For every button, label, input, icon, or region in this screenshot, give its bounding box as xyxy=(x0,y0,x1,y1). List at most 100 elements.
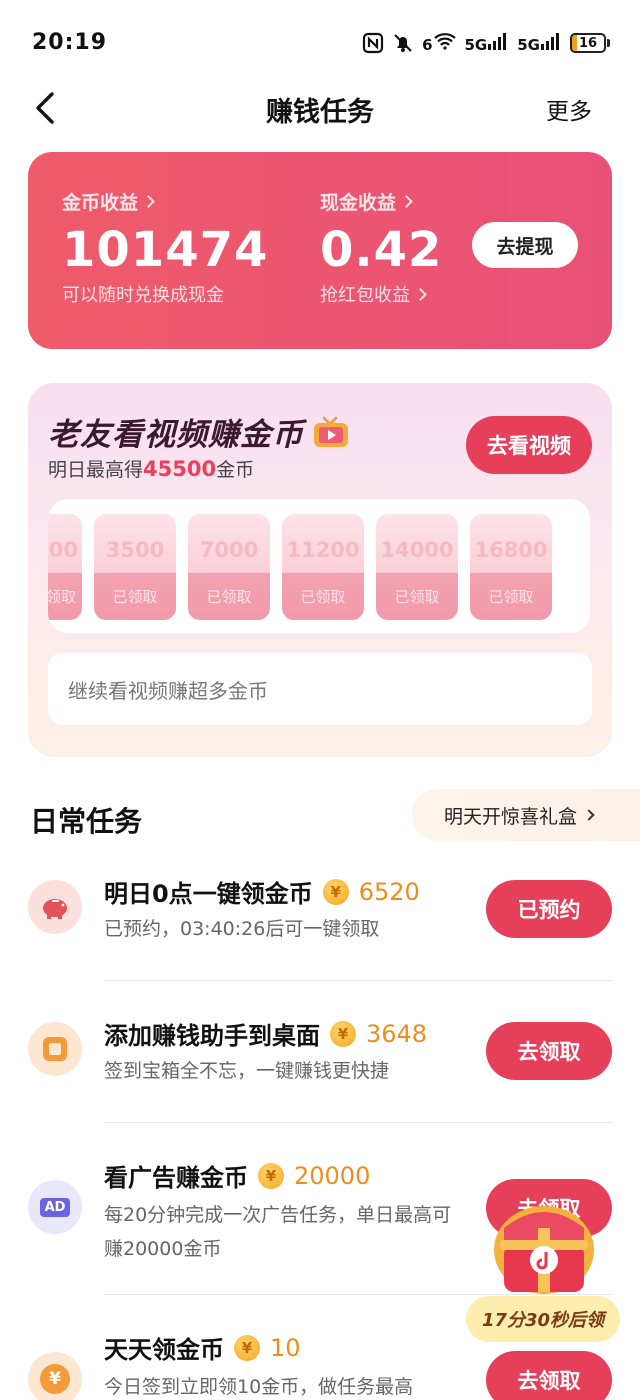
page-title: 赚钱任务 xyxy=(266,97,374,128)
task-name-text: 明日0点一键领金币 xyxy=(104,880,313,908)
task-name: 看广告赚金币 ¥20000 xyxy=(104,1158,370,1193)
coin-earnings-value: 101474 xyxy=(62,222,269,278)
video-sub-amount: 45500 xyxy=(143,457,217,481)
reward-strip[interactable]: 00 领取 3500 已领取 7000 已领取 11200 已领取 14000 已领取 1… xyxy=(48,499,590,633)
reward-status: 已领取 xyxy=(206,588,252,606)
reward-track: 00 领取 3500 已领取 7000 已领取 11200 已领取 14000 已领取 1… xyxy=(48,514,552,620)
cash-earnings[interactable]: 现金收益 0.42 抢红包收益 xyxy=(320,188,442,307)
task-action-button[interactable]: 去领取 xyxy=(486,1351,612,1400)
video-task-card: 老友看视频赚金币 明日最高得45500金币 去看视频 00 领取 3500 已领取 … xyxy=(28,383,612,757)
status-icons: 6 5G 5G 16 xyxy=(362,30,610,56)
divider xyxy=(104,1122,612,1123)
task-coins: 10 xyxy=(270,1333,301,1362)
reward-amount: 11200 xyxy=(286,538,360,562)
coin-earnings-label: 金币收益 xyxy=(62,192,139,214)
video-sub-prefix: 明日最高得 xyxy=(48,459,144,481)
task-name: 明日0点一键领金币 ¥6520 xyxy=(104,874,420,909)
signal-icon-1: 5G xyxy=(465,32,510,54)
nfc-icon xyxy=(362,32,384,54)
reward-chip: 7000 已领取 xyxy=(188,514,270,620)
task-name-text: 天天领金币 xyxy=(104,1336,224,1364)
task-item: 添加赚钱助手到桌面 ¥3648 签到宝箱全不忘，一键赚钱更快捷 去领取 xyxy=(0,1012,640,1122)
reward-status: 已领取 xyxy=(112,588,158,606)
treasure-chest-widget[interactable]: 17分30秒后领 xyxy=(466,1188,622,1346)
reward-amount: 7000 xyxy=(199,538,259,562)
task-name-text: 看广告赚金币 xyxy=(104,1164,248,1192)
reward-chip: 16800 已领取 xyxy=(470,514,552,620)
task-coins: 3648 xyxy=(366,1019,428,1048)
reward-chip: 11200 已领取 xyxy=(282,514,364,620)
coin-earnings[interactable]: 金币收益 101474 可以随时兑换成现金 xyxy=(62,188,268,307)
continue-watching-bar[interactable]: 继续看视频赚超多金币 xyxy=(48,653,592,725)
surprise-gift-link[interactable]: 明天开惊喜礼盒 xyxy=(412,789,640,841)
yuan-coin-glyph: ¥ xyxy=(40,1364,70,1394)
daily-tasks-title: 日常任务 xyxy=(30,805,143,838)
cash-earnings-label: 现金收益 xyxy=(320,192,397,214)
reward-chip: 00 领取 xyxy=(48,514,82,620)
withdraw-button[interactable]: 去提现 xyxy=(472,222,578,268)
surprise-gift-label: 明天开惊喜礼盒 xyxy=(444,805,578,828)
reward-amount: 16800 xyxy=(474,538,548,562)
battery-fill xyxy=(572,35,578,51)
task-coins: 6520 xyxy=(358,877,420,906)
wifi-icon: 6 xyxy=(422,32,456,54)
coin-icon: ¥ xyxy=(234,1334,260,1361)
signal-icon-2: 5G xyxy=(517,32,562,54)
ad-icon: AD xyxy=(28,1180,82,1234)
video-task-title: 老友看视频赚金币 xyxy=(48,409,350,454)
task-action-button[interactable]: 去领取 xyxy=(486,1022,612,1080)
cash-earnings-note: 抢红包收益 xyxy=(320,285,410,306)
coin-earnings-note: 可以随时兑换成现金 xyxy=(62,285,224,306)
video-task-title-text: 老友看视频赚金币 xyxy=(48,417,304,453)
divider xyxy=(104,980,612,981)
reward-status: 已领取 xyxy=(488,588,534,606)
video-sub-suffix: 金币 xyxy=(216,459,255,481)
status-time: 20:19 xyxy=(32,30,108,55)
task-description: 签到宝箱全不忘，一键赚钱更快捷 xyxy=(104,1060,390,1082)
ad-icon-text: AD xyxy=(39,1197,71,1217)
task-description: 每20分钟完成一次广告任务，单日最高可赚20000金币 xyxy=(104,1204,452,1260)
piggy-bank-icon xyxy=(28,880,82,934)
treasure-countdown: 17分30秒后领 xyxy=(466,1296,620,1342)
task-name: 天天领金币 ¥10 xyxy=(104,1330,301,1365)
reward-amount: 14000 xyxy=(380,538,454,562)
desktop-widget-icon xyxy=(28,1022,82,1076)
task-coins: 20000 xyxy=(294,1161,371,1190)
reward-chip: 3500 已领取 xyxy=(94,514,176,620)
coin-icon: ¥ xyxy=(258,1162,284,1189)
cash-earnings-value: 0.42 xyxy=(320,222,443,278)
coin-earnings-header[interactable]: 金币收益 xyxy=(62,188,268,215)
task-item: 明日0点一键领金币 ¥6520 已预约，03:40:26后可一键领取 已预约 xyxy=(0,870,640,980)
chevron-right-icon xyxy=(414,287,427,301)
task-description: 今日签到立即领10金币，做任务最高 xyxy=(104,1376,414,1398)
signal-label-1: 5G xyxy=(464,36,488,54)
reward-status: 已领取 xyxy=(300,588,346,606)
cash-earnings-header[interactable]: 现金收益 xyxy=(320,188,442,215)
chevron-right-icon xyxy=(583,809,595,821)
video-task-subtitle: 明日最高得45500金币 xyxy=(48,455,254,482)
reward-amount: 3500 xyxy=(105,538,165,562)
tv-icon xyxy=(314,416,348,447)
coin-icon: ¥ xyxy=(330,1020,356,1047)
battery-level: 16 xyxy=(578,35,598,51)
cash-earnings-note-link[interactable]: 抢红包收益 xyxy=(320,281,442,307)
task-name-text: 添加赚钱助手到桌面 xyxy=(104,1022,320,1050)
wifi-label: 6 xyxy=(422,36,433,54)
treasure-chest-icon xyxy=(494,1206,594,1294)
signal-label-2: 5G xyxy=(517,36,540,54)
reward-amount: 00 xyxy=(48,538,78,562)
reward-status: 已领取 xyxy=(394,588,440,606)
chevron-right-icon xyxy=(400,195,413,208)
watch-video-button[interactable]: 去看视频 xyxy=(466,416,592,474)
battery-icon: 16 xyxy=(570,33,610,53)
more-button[interactable]: 更多 xyxy=(546,92,592,126)
reward-chip: 14000 已领取 xyxy=(376,514,458,620)
chevron-right-icon xyxy=(142,195,155,208)
task-description: 已预约，03:40:26后可一键领取 xyxy=(104,918,380,940)
nav-bar: 赚钱任务 更多 xyxy=(0,80,640,136)
status-bar: 20:19 6 5G 5G 16 xyxy=(0,0,640,80)
coin-icon: ¥ xyxy=(322,878,349,905)
reward-status: 领取 xyxy=(48,588,76,606)
yuan-coin-icon: ¥ xyxy=(28,1352,82,1400)
task-action-button[interactable]: 已预约 xyxy=(486,880,612,938)
